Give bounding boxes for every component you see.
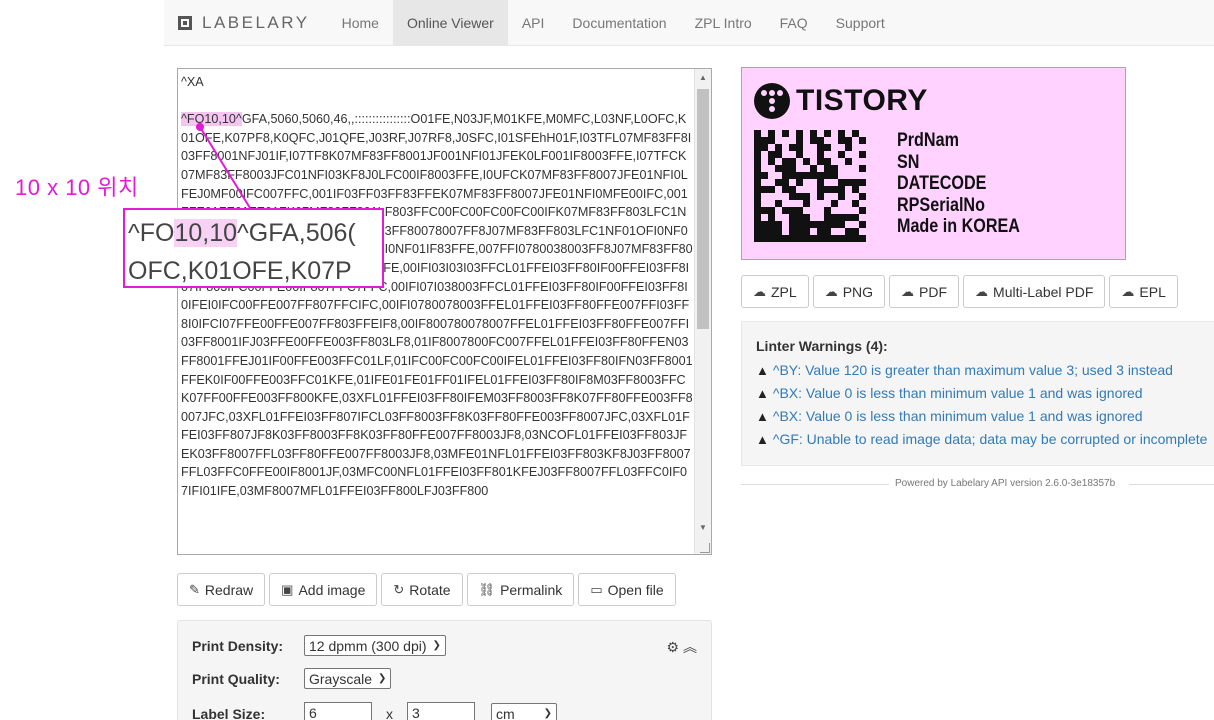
linter-warning[interactable]: ▲ ^BY: Value 120 is greater than maximum … [756, 362, 1173, 378]
folder-icon: ▭ [590, 581, 603, 597]
download-actions: ☁ ZPL ☁ PNG ☁ PDF ☁ Multi-Label PDF ☁ EPL [741, 275, 1178, 308]
labelary-logo-icon [178, 15, 192, 30]
warning-icon: ▲ [756, 385, 769, 401]
linter-warning[interactable]: ▲ ^GF: Unable to read image data; data ma… [756, 431, 1207, 447]
cloud-download-icon: ☁ [1121, 283, 1135, 299]
scroll-thumb[interactable] [697, 89, 709, 329]
code-highlight-fo: ^FO10,10^ [181, 112, 242, 127]
label-line-serial: RPSerialNo [897, 194, 985, 216]
add-image-button[interactable]: ▣ Add image [269, 573, 378, 606]
nav-home[interactable]: Home [328, 0, 393, 46]
warning-icon: ▲ [756, 431, 769, 447]
edit-icon: ✎ [189, 581, 200, 597]
download-multi-pdf-button[interactable]: ☁ Multi-Label PDF [963, 275, 1106, 308]
chevron-down-icon: ❯ [543, 708, 552, 719]
link-icon: ⛓ [478, 581, 496, 597]
chevron-down-icon: ❯ [432, 640, 441, 651]
label-line-prdnam: PrdNam [897, 130, 959, 151]
download-png-button[interactable]: ☁ PNG [812, 275, 886, 308]
nav-api[interactable]: API [508, 0, 559, 46]
quality-row: Print Quality: Grayscale ❯ [192, 668, 392, 689]
image-icon: ▣ [281, 581, 294, 597]
nav-online-viewer[interactable]: Online Viewer [392, 0, 508, 46]
scroll-down-arrow-icon[interactable]: ▼ [695, 519, 711, 536]
height-input[interactable]: 3 [407, 702, 475, 720]
label-line-origin: Made in KOREA [897, 216, 1020, 237]
tistory-brand: TISTORY [796, 84, 928, 117]
code-first-line: GFA,5060,5060,46,,::::::::::::::::O01FE,… [241, 112, 648, 127]
label-line-sn: SN [897, 151, 920, 173]
cloud-download-icon: ☁ [975, 283, 989, 299]
rotate-icon: ↻ [393, 581, 405, 597]
scroll-up-arrow-icon[interactable]: ▲ [695, 69, 711, 86]
code-body: OFC,K01OFE,K07PF8,K0QFC,J01QFE,J03RF,J07… [181, 112, 693, 499]
redraw-button[interactable]: ✎ Redraw [177, 573, 266, 606]
density-select[interactable]: 12 dpmm (300 dpi) ❯ [304, 635, 446, 656]
powered-by-text: Powered by Labelary API version 2.6.0-3e… [895, 478, 1116, 489]
warning-icon: ▲ [756, 408, 769, 424]
nav-zpl-intro[interactable]: ZPL Intro [681, 0, 766, 46]
density-label: Print Density: [192, 637, 284, 654]
nav-documentation[interactable]: Documentation [558, 0, 680, 46]
annotation-label: 10 x 10 위치 [15, 175, 139, 200]
download-epl-button[interactable]: ☁ EPL [1109, 275, 1178, 308]
brand[interactable]: LABELARY [164, 0, 328, 46]
resize-grip-icon[interactable] [700, 543, 710, 553]
brand-name: LABELARY [202, 12, 310, 32]
nav-support[interactable]: Support [822, 0, 899, 46]
tistory-dots-icon [754, 83, 790, 119]
cloud-download-icon: ☁ [824, 283, 838, 299]
datamatrix-barcode [754, 130, 866, 242]
annotation-zoom-box: ^FO10,10^GFA,506( OFC,K01OFE,K07P [123, 208, 384, 288]
density-row: Print Density: 12 dpmm (300 dpi) ❯ [192, 635, 446, 656]
linter-warning[interactable]: ▲ ^BX: Value 0 is less than minimum value… [756, 408, 1143, 424]
permalink-button[interactable]: ⛓ Permalink [466, 573, 575, 606]
width-input[interactable]: 6 [304, 702, 372, 720]
nav-faq[interactable]: FAQ [766, 0, 822, 46]
unit-select[interactable]: cm ❯ [491, 703, 557, 720]
chevron-down-icon: ❯ [378, 673, 387, 684]
quality-select[interactable]: Grayscale ❯ [304, 668, 392, 689]
open-file-button[interactable]: ▭ Open file [578, 573, 676, 606]
label-line-datecode: DATECODE [897, 173, 987, 194]
quality-label: Print Quality: [192, 670, 280, 687]
cloud-download-icon: ☁ [901, 283, 915, 299]
label-preview: TISTORY PrdNam SN DATECODE RPSerialNo Ma… [741, 67, 1126, 260]
rotate-button[interactable]: ↻ Rotate [381, 573, 463, 606]
zoom-line-2: OFC,K01OFE,K07P [128, 257, 352, 285]
cloud-download-icon: ☁ [753, 283, 766, 299]
settings-toggle-icon[interactable]: ⚙ ︽ [667, 637, 697, 657]
editor-scrollbar[interactable]: ▲ ▼ [694, 69, 711, 554]
linter-panel: Linter Warnings (4): ▲ ^BY: Value 120 is … [741, 321, 1214, 466]
size-label: Label Size: [192, 705, 266, 720]
code-line-xa: ^XA [181, 75, 204, 89]
linter-warning[interactable]: ▲ ^BX: Value 0 is less than minimum value… [756, 385, 1143, 401]
size-row: Label Size: 6 x 3 cm ❯ [192, 702, 557, 720]
tistory-logo: TISTORY [754, 83, 928, 119]
settings-panel: Print Density: 12 dpmm (300 dpi) ❯ Print … [177, 620, 712, 720]
download-zpl-button[interactable]: ☁ ZPL [741, 275, 809, 308]
warning-icon: ▲ [756, 362, 769, 378]
linter-title: Linter Warnings (4): [756, 338, 888, 354]
download-pdf-button[interactable]: ☁ PDF [889, 275, 960, 308]
label-text-block: PrdNam SN DATECODE RPSerialNo Made in KO… [897, 130, 1042, 238]
powered-by: Powered by Labelary API version 2.6.0-3e… [741, 476, 1214, 492]
size-separator: x [386, 705, 393, 720]
zpl-code-textarea[interactable]: ^XA ^FO10,10^GFA,5060,5060,46,,:::::::::… [177, 68, 712, 555]
top-navbar: LABELARY Home Online Viewer API Document… [164, 0, 1214, 46]
editor-actions: ✎ Redraw ▣ Add image ↻ Rotate ⛓ Permalink ▭ O… [177, 573, 676, 606]
zoom-line-1: ^FO10,10^GFA,506( [128, 219, 356, 247]
